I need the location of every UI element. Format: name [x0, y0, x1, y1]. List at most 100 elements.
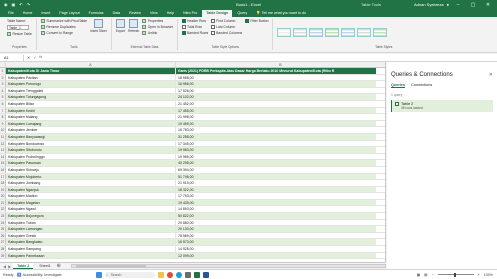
cell-b[interactable]: 17 793,00 — [176, 193, 376, 199]
cell-a[interactable]: Kabupaten Tulungagung — [6, 94, 176, 100]
tab-table-design[interactable]: Table Design — [202, 10, 233, 17]
tab-review[interactable]: Review — [125, 10, 145, 17]
cell-b[interactable]: 19 439,00 — [176, 199, 376, 206]
cell-b[interactable]: 19 985,00 — [176, 154, 376, 160]
store-icon[interactable] — [184, 271, 191, 278]
tab-formulas[interactable]: Formulas — [85, 10, 108, 17]
table-style-swatch[interactable] — [325, 27, 340, 37]
cell-b[interactable]: 16 783,00 — [176, 127, 376, 133]
cell-a[interactable]: Kabupaten Trenggalek — [6, 87, 176, 94]
column-header-a[interactable]: A — [6, 62, 176, 67]
windows-start-icon[interactable] — [95, 271, 102, 278]
file-explorer-icon[interactable] — [157, 271, 164, 278]
cell-a[interactable]: Kabupaten Gresik — [6, 232, 176, 239]
banded-rows-checkbox[interactable]: Banded Rows — [182, 31, 208, 35]
cancel-icon[interactable]: ✕ — [27, 55, 30, 60]
tab-help[interactable]: Help — [163, 10, 178, 17]
cell-a[interactable]: Kabupaten Ponorogo — [6, 81, 176, 87]
insert-slicer-button[interactable]: Insert Slicer — [90, 19, 107, 45]
table-style-swatch[interactable] — [293, 27, 308, 37]
fx-icon[interactable]: fx — [39, 55, 42, 60]
cell-a[interactable]: Kabupaten Situbondo — [6, 147, 176, 153]
zoom-level[interactable]: 100% — [484, 273, 493, 277]
query-item[interactable]: Table 2 38 rows loaded. — [391, 100, 493, 112]
page-layout-view-icon[interactable]: ▤ — [424, 273, 427, 277]
cell-a[interactable]: Kabupaten Blitar — [6, 100, 176, 107]
close-button[interactable]: ✕ — [482, 2, 494, 8]
edge-icon[interactable] — [175, 271, 182, 278]
last-column-checkbox[interactable]: Last Column — [211, 25, 242, 29]
cell-a[interactable]: Kabupaten Tuban — [6, 219, 176, 226]
accessibility-status[interactable]: ♿ Accessibility: Investigate — [17, 273, 61, 277]
export-button[interactable]: Export — [116, 19, 125, 45]
tab-file[interactable]: File — [4, 10, 18, 17]
taskbar-search[interactable]: ⌕ Search — [104, 271, 155, 278]
cell-b[interactable]: 21 452,00 — [176, 101, 376, 107]
cell-a[interactable]: Kabupaten Lamongan — [6, 226, 176, 232]
normal-view-icon[interactable]: ▦ — [417, 273, 420, 277]
name-box[interactable]: A1 — [2, 54, 24, 61]
cell-b[interactable]: 16 573,00 — [176, 239, 376, 246]
resize-table-button[interactable]: Resize Table — [7, 31, 32, 36]
panel-tab-queries[interactable]: Queries — [391, 83, 406, 88]
cell-a[interactable]: Kabupaten Probolinggo — [6, 153, 176, 160]
cell-b[interactable]: 17 455,00 — [176, 107, 376, 114]
cell-a[interactable]: Kabupaten Pasuruan — [6, 160, 176, 166]
avatar[interactable]: ● — [447, 2, 449, 7]
cell-b[interactable]: 78 589,00 — [176, 233, 376, 239]
banded-columns-checkbox[interactable]: Banded Columns — [211, 31, 242, 35]
tab-data[interactable]: Data — [109, 10, 125, 17]
zoom-slider[interactable] — [437, 272, 474, 277]
cell-b[interactable]: 16 956,00 — [176, 81, 376, 87]
cell-a[interactable]: Kabupaten Kediri — [6, 107, 176, 114]
zoom-out-icon[interactable]: − — [432, 273, 434, 277]
total-row-checkbox[interactable]: Total Row — [182, 25, 208, 29]
zoom-knob[interactable] — [453, 272, 456, 277]
tab-nitro-pro[interactable]: Nitro Pro — [179, 10, 201, 17]
horizontal-scrollbar[interactable] — [70, 264, 386, 268]
undo-icon[interactable]: ↶ — [19, 2, 22, 7]
zoom-in-icon[interactable]: + — [478, 273, 480, 277]
spreadsheet-grid[interactable]: A B 1 Kabupaten/Kota Di Jawa Timur Garis (… — [0, 62, 386, 262]
panel-close-icon[interactable]: ✕ — [489, 72, 493, 78]
refresh-button[interactable]: Refresh — [128, 19, 139, 45]
cell-a[interactable]: Kabupaten Nganjuk — [6, 186, 176, 193]
header-row-checkbox[interactable]: Header Row — [182, 19, 208, 23]
table-style-swatch[interactable] — [373, 27, 388, 37]
save-icon[interactable]: ▣ — [12, 2, 16, 7]
open-browser-button[interactable]: Open in Browser — [142, 25, 173, 29]
tab-insert[interactable]: Insert — [37, 10, 54, 17]
cell-a[interactable]: Kabupaten Bangkalan — [6, 239, 176, 246]
cell-b[interactable]: 18 558,00 — [176, 75, 376, 81]
cell-b[interactable]: 21 915,00 — [176, 180, 376, 186]
cell-b[interactable]: 17 345,00 — [176, 141, 376, 147]
cell-a[interactable]: Kabupaten Sampang — [6, 246, 176, 252]
cell-b[interactable]: 14 893,00 — [176, 206, 376, 212]
cell-a[interactable]: Kabupaten Sidoarjo — [6, 166, 176, 173]
cell-a[interactable]: Kabupaten Magetan — [6, 199, 176, 206]
minimize-button[interactable]: – — [452, 2, 464, 8]
cell-b[interactable]: Garis (2021) PDRB Perkapita Atas Dasar H… — [176, 68, 376, 74]
tell-me-box[interactable]: 💡 Tell me what you want to do — [256, 10, 306, 17]
cell-a[interactable]: Kabupaten Malang — [6, 114, 176, 120]
panel-tab-connections[interactable]: Connections — [411, 83, 432, 88]
cell-b[interactable]: 40 295,00 — [176, 160, 376, 166]
cell-b[interactable]: 50 822,00 — [176, 213, 376, 219]
excel-taskbar-icon[interactable] — [193, 271, 200, 278]
cell-a[interactable]: Kabupaten Bondowoso — [6, 140, 176, 147]
tab-home[interactable]: Home — [19, 10, 37, 17]
cell-a[interactable]: Kabupaten Mojokerto — [6, 173, 176, 180]
first-column-checkbox[interactable]: First Column — [211, 19, 242, 23]
chrome-icon[interactable] — [166, 271, 173, 278]
cell-b[interactable]: 69 394,00 — [176, 167, 376, 173]
cell-a[interactable]: Kabupaten Jember — [6, 127, 176, 133]
next-sheet-icon[interactable]: ▶ — [8, 264, 11, 269]
table-style-swatch[interactable] — [309, 27, 324, 37]
cell-b[interactable]: 18 322,00 — [176, 186, 376, 193]
cell-a[interactable]: Kabupaten Lumajang — [6, 120, 176, 127]
convert-range-button[interactable]: Convert to Range — [40, 31, 87, 35]
table-name-input[interactable]: Table_1 — [7, 25, 29, 30]
table-style-swatch[interactable] — [341, 27, 356, 37]
table-style-swatch[interactable] — [357, 27, 372, 37]
cell-a[interactable]: Kabupaten Pamekasan — [6, 252, 176, 259]
